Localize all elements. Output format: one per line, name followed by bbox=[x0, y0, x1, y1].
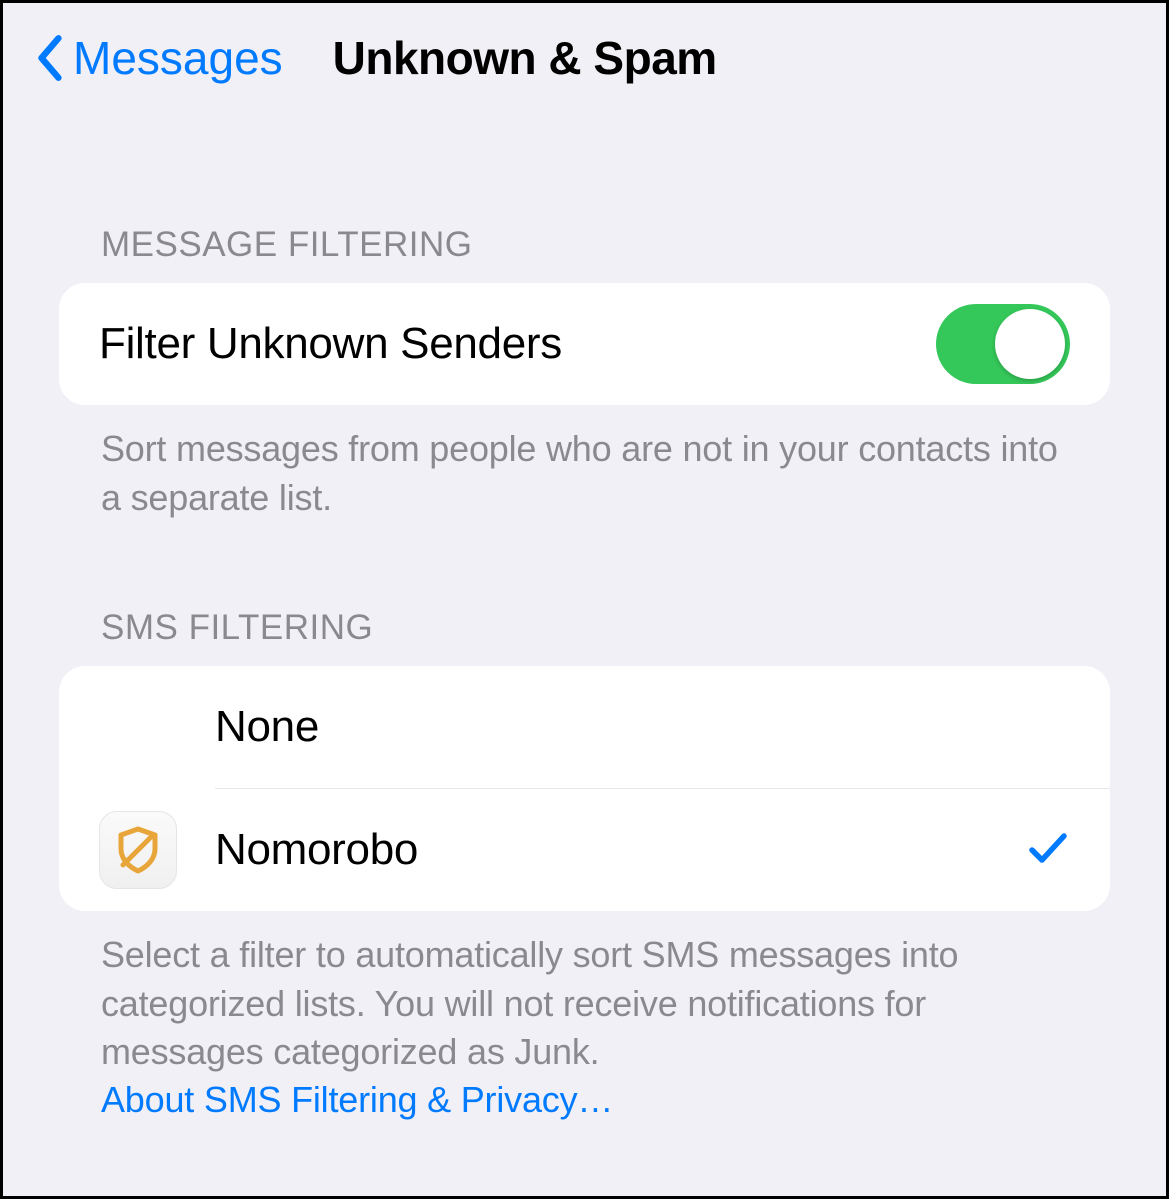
nomorobo-app-icon bbox=[99, 811, 177, 889]
toggle-knob bbox=[995, 309, 1065, 379]
page-title: Unknown & Spam bbox=[333, 31, 717, 85]
card-sms-filtering: None Nomorobo bbox=[59, 666, 1110, 911]
card-message-filtering: Filter Unknown Senders bbox=[59, 283, 1110, 405]
back-chevron-icon[interactable] bbox=[33, 34, 67, 82]
checkmark-icon bbox=[1026, 826, 1070, 875]
toggle-label-filter-unknown: Filter Unknown Senders bbox=[99, 319, 936, 369]
filter-icon-slot-nomorobo bbox=[99, 811, 215, 889]
row-filter-unknown-senders[interactable]: Filter Unknown Senders bbox=[59, 283, 1110, 405]
back-button-label[interactable]: Messages bbox=[73, 31, 283, 85]
filter-label-none: None bbox=[215, 702, 1070, 752]
toggle-filter-unknown-senders[interactable] bbox=[936, 304, 1070, 384]
filter-label-nomorobo: Nomorobo bbox=[215, 825, 1026, 875]
footer-sms-filtering: Select a filter to automatically sort SM… bbox=[59, 911, 1110, 1077]
filter-option-nomorobo[interactable]: Nomorobo bbox=[59, 789, 1110, 911]
section-header-message-filtering: MESSAGE FILTERING bbox=[59, 225, 1110, 265]
content: MESSAGE FILTERING Filter Unknown Senders… bbox=[3, 225, 1166, 1121]
filter-option-none[interactable]: None bbox=[59, 666, 1110, 788]
nomorobo-shield-icon bbox=[113, 825, 163, 875]
section-header-sms-filtering: SMS FILTERING bbox=[59, 608, 1110, 648]
nav-header: Messages Unknown & Spam bbox=[3, 3, 1166, 85]
footer-message-filtering: Sort messages from people who are not in… bbox=[59, 405, 1110, 522]
link-about-sms-filtering-privacy[interactable]: About SMS Filtering & Privacy… bbox=[59, 1077, 1110, 1121]
